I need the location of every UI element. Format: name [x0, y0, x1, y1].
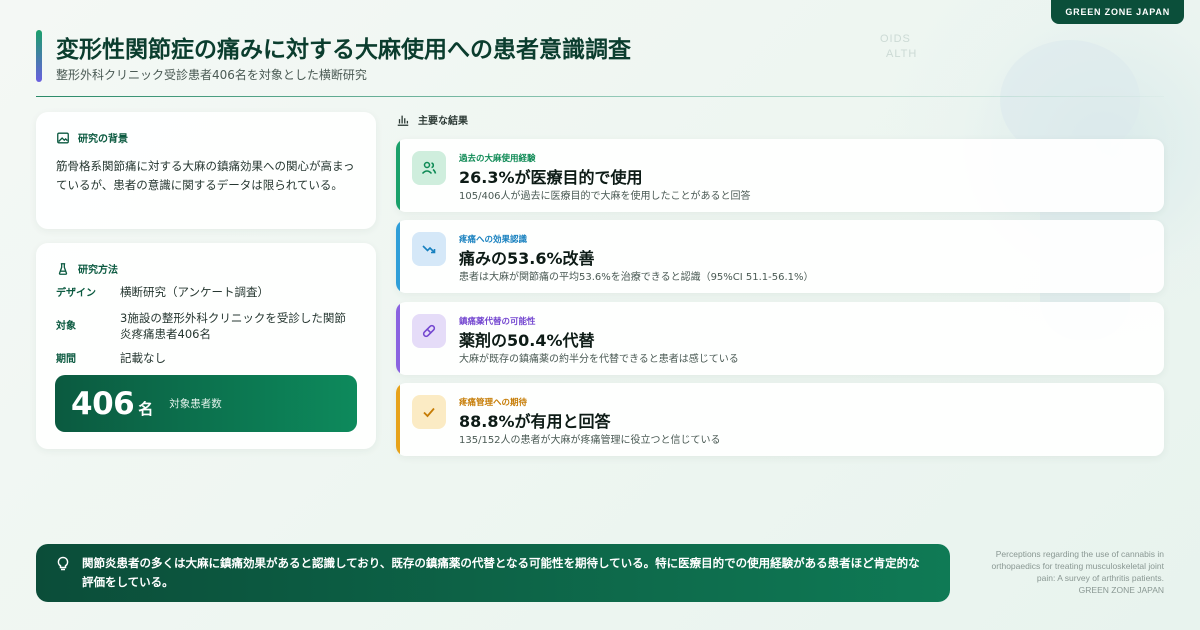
background-heading: 研究の背景 [78, 134, 128, 145]
users-icon [421, 161, 437, 175]
brand-tag: GREEN ZONE JAPAN [1051, 0, 1184, 24]
method-row-subjects: 対象 3施設の整形外科クリニックを受診した関節炎疼痛患者406名 [56, 311, 346, 341]
method-row-period: 期間 記載なし [56, 351, 166, 365]
patient-count-number: 406 [71, 385, 135, 422]
result-value: 痛みの53.6%改善 [459, 249, 595, 268]
result-card-pain: 疼痛への効果認識 痛みの53.6%改善 患者は大麻が関節痛の平均53.6%を治療… [396, 220, 1164, 293]
method-row-design: デザイン 横断研究（アンケート調査） [56, 285, 270, 299]
results-heading: 主要な結果 [396, 112, 468, 127]
methods-card: 研究方法 デザイン 横断研究（アンケート調査） 対象 3施設の整形外科クリニック… [36, 243, 376, 449]
result-label: 疼痛への効果認識 [459, 235, 528, 245]
result-value: 薬剤の50.4%代替 [459, 331, 595, 350]
result-desc: 患者は大麻が関節痛の平均53.6%を治療できると認識（95%CI 51.1-56… [459, 272, 814, 283]
check-icon [423, 407, 435, 418]
trend-down-icon [422, 245, 436, 254]
background-text: 筋骨格系関節痛に対する大麻の鎮痛効果への関心が高まっているが、患者の意識に関する… [56, 159, 355, 192]
result-value: 88.8%が有用と回答 [459, 412, 611, 431]
result-card-substitution: 鎮痛薬代替の可能性 薬剤の50.4%代替 大麻が既存の鎮痛薬の約半分を代替できる… [396, 302, 1164, 375]
conclusion-banner: 関節炎患者の多くは大麻に鎮痛効果があると認識しており、既存の鎮痛薬の代替となる可… [36, 544, 950, 602]
result-card-expectation: 疼痛管理への期待 88.8%が有用と回答 135/152人の患者が大麻が疼痛管理… [396, 383, 1164, 456]
result-label: 鎮痛薬代替の可能性 [459, 317, 536, 327]
result-card-usage: 過去の大麻使用経験 26.3%が医療目的で使用 105/406人が過去に医療目的… [396, 139, 1164, 212]
image-icon [57, 132, 69, 143]
result-desc: 135/152人の患者が大麻が疼痛管理に役立つと信じている [459, 435, 721, 446]
patient-count-label: 対象患者数 [169, 398, 222, 410]
result-value: 26.3%が医療目的で使用 [459, 168, 643, 187]
result-label: 疼痛管理への期待 [459, 398, 528, 408]
background-watermark: OIDS ALTH [880, 33, 918, 60]
flask-icon [58, 262, 68, 275]
background-card: 研究の背景 筋骨格系関節痛に対する大麻の鎮痛効果への関心が高まっているが、患者の… [36, 112, 376, 229]
page-title: 変形性関節症の痛みに対する大麻使用への患者意識調査 [56, 37, 631, 63]
methods-heading: 研究方法 [78, 265, 118, 276]
lightbulb-icon [57, 556, 69, 571]
header-divider [36, 96, 1164, 97]
result-desc: 105/406人が過去に医療目的で大麻を使用したことがあると回答 [459, 191, 751, 202]
title-accent-bar [36, 30, 42, 82]
bar-chart-icon [397, 115, 409, 126]
source-citation: Perceptions regarding the use of cannabi… [991, 549, 1164, 595]
page-subtitle: 整形外科クリニック受診患者406名を対象とした横断研究 [56, 68, 367, 82]
patient-count-unit: 名 [138, 400, 154, 418]
result-label: 過去の大麻使用経験 [459, 154, 536, 164]
pill-icon [422, 324, 436, 338]
result-desc: 大麻が既存の鎮痛薬の約半分を代替できると患者は感じている [459, 354, 739, 365]
conclusion-text: 関節炎患者の多くは大麻に鎮痛効果があると認識しており、既存の鎮痛薬の代替となる可… [82, 556, 920, 589]
patient-count-box: 406 名 対象患者数 [55, 375, 357, 432]
